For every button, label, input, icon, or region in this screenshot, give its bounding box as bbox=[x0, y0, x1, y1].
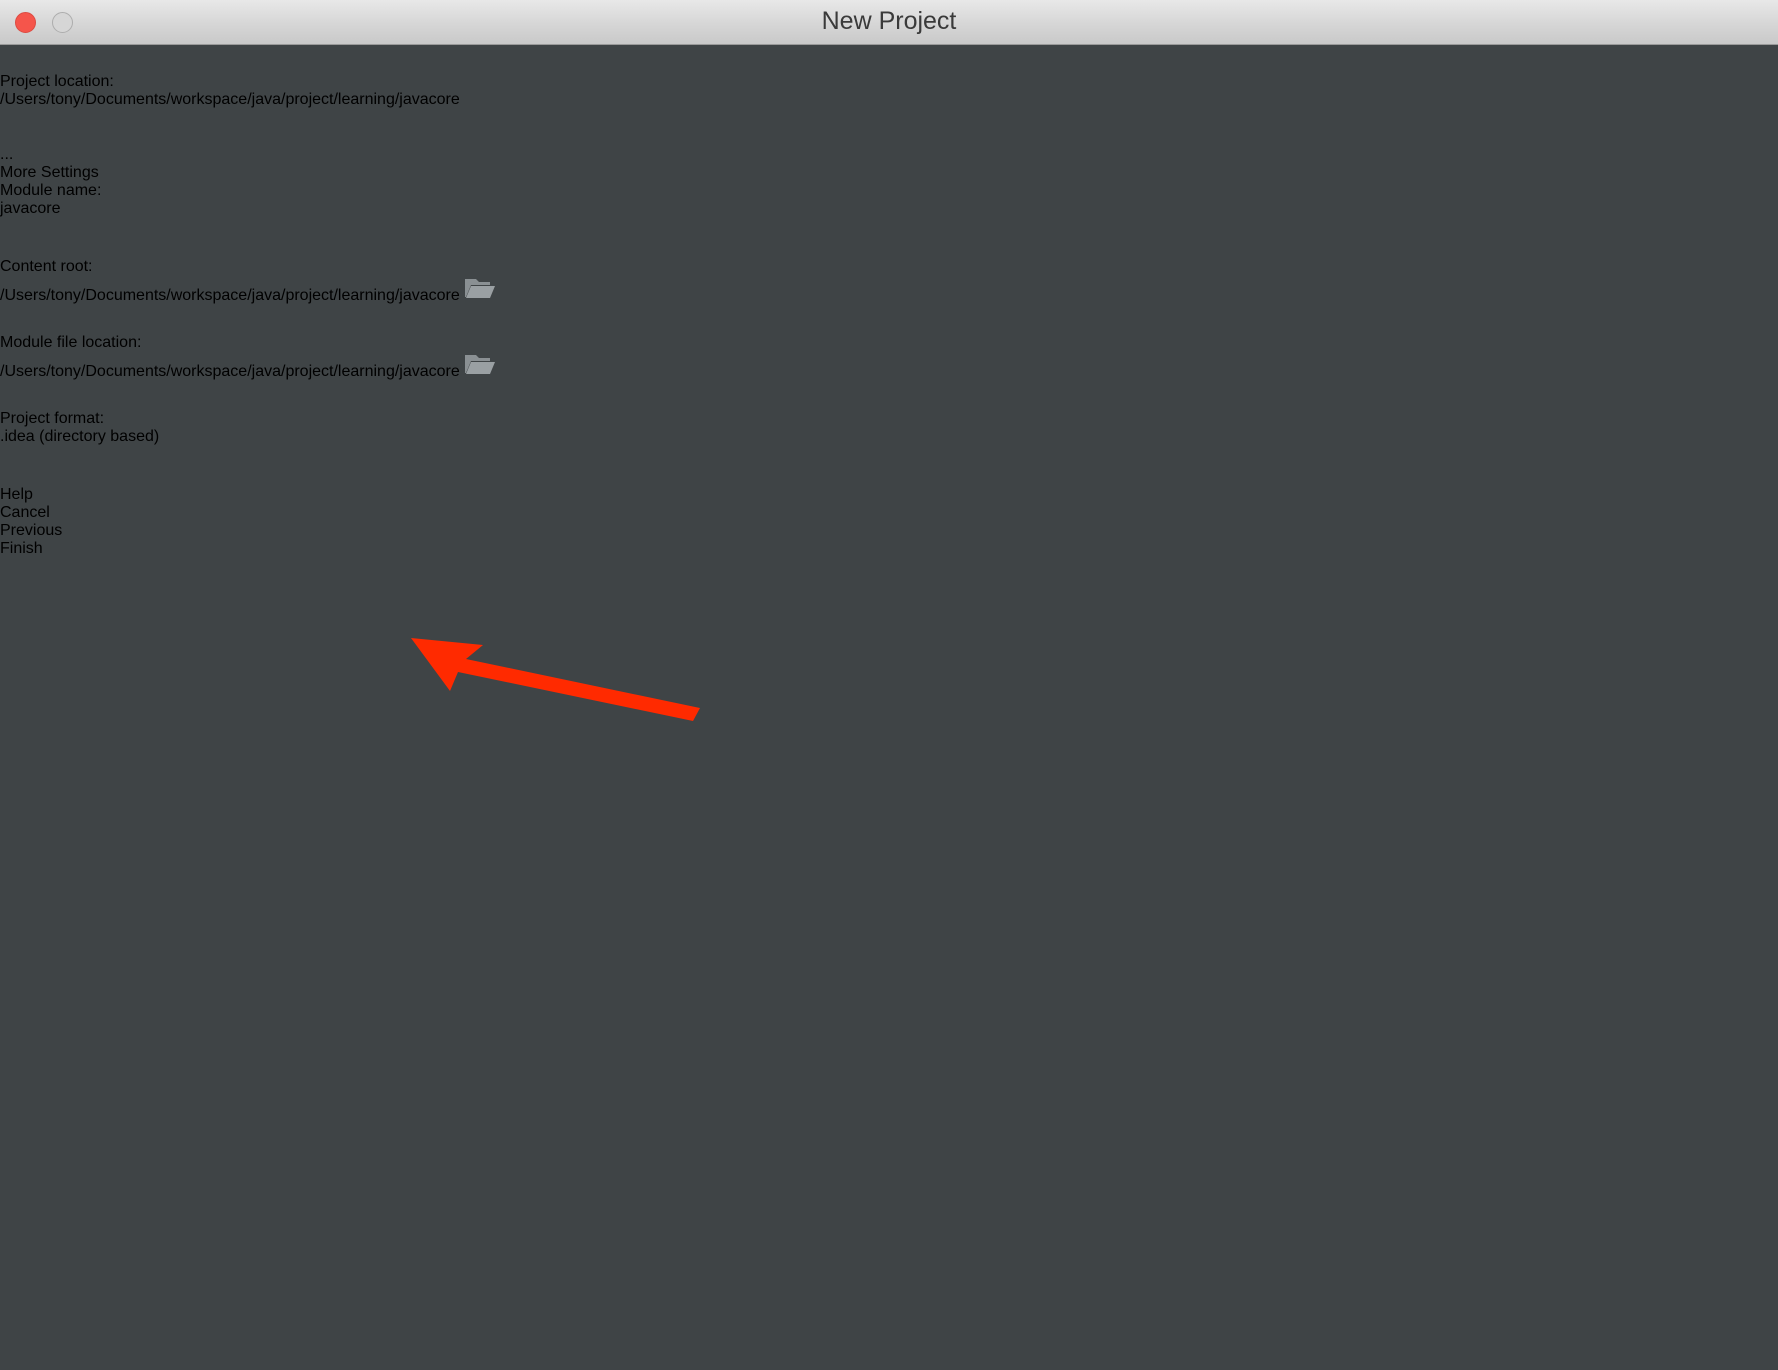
module-file-location-label: Module file location: bbox=[0, 334, 142, 351]
content-root-label: Content root: bbox=[0, 258, 93, 275]
project-location-field[interactable]: /Users/tony/Documents/workspace/java/pro… bbox=[0, 91, 1446, 146]
previous-button[interactable]: Previous bbox=[0, 522, 188, 540]
more-settings-label: More Settings bbox=[0, 164, 99, 181]
browse-location-button[interactable]: ... bbox=[0, 146, 1778, 164]
project-format-value: .idea (directory based) bbox=[0, 428, 160, 445]
module-name-field[interactable]: javacore bbox=[0, 200, 1400, 258]
module-file-location-field[interactable]: /Users/tony/Documents/workspace/java/pro… bbox=[0, 352, 1400, 410]
module-name-label: Module name: bbox=[0, 182, 102, 199]
project-format-label: Project format: bbox=[0, 410, 105, 427]
finish-button[interactable]: Finish bbox=[0, 540, 180, 558]
project-format-select[interactable]: .idea (directory based) bbox=[0, 428, 1400, 486]
folder-icon[interactable] bbox=[464, 279, 496, 304]
project-location-label: Project location: bbox=[0, 73, 114, 90]
cancel-button[interactable]: Cancel bbox=[0, 504, 182, 522]
window-titlebar: New Project bbox=[0, 0, 1778, 45]
folder-icon[interactable] bbox=[464, 355, 496, 380]
annotation-arrow-project-name bbox=[411, 638, 700, 721]
help-button[interactable]: Help bbox=[0, 486, 182, 504]
window-title: New Project bbox=[821, 7, 957, 35]
new-project-dialog: New Project Project name: javacore Proje… bbox=[0, 0, 1778, 1370]
module-file-location-value: /Users/tony/Documents/workspace/java/pro… bbox=[0, 363, 460, 380]
content-root-field[interactable]: /Users/tony/Documents/workspace/java/pro… bbox=[0, 276, 1400, 334]
content-root-value: /Users/tony/Documents/workspace/java/pro… bbox=[0, 287, 460, 304]
more-settings-header[interactable]: More Settings bbox=[0, 164, 1778, 182]
dialog-body: Project name: javacore Project location:… bbox=[0, 0, 1778, 558]
